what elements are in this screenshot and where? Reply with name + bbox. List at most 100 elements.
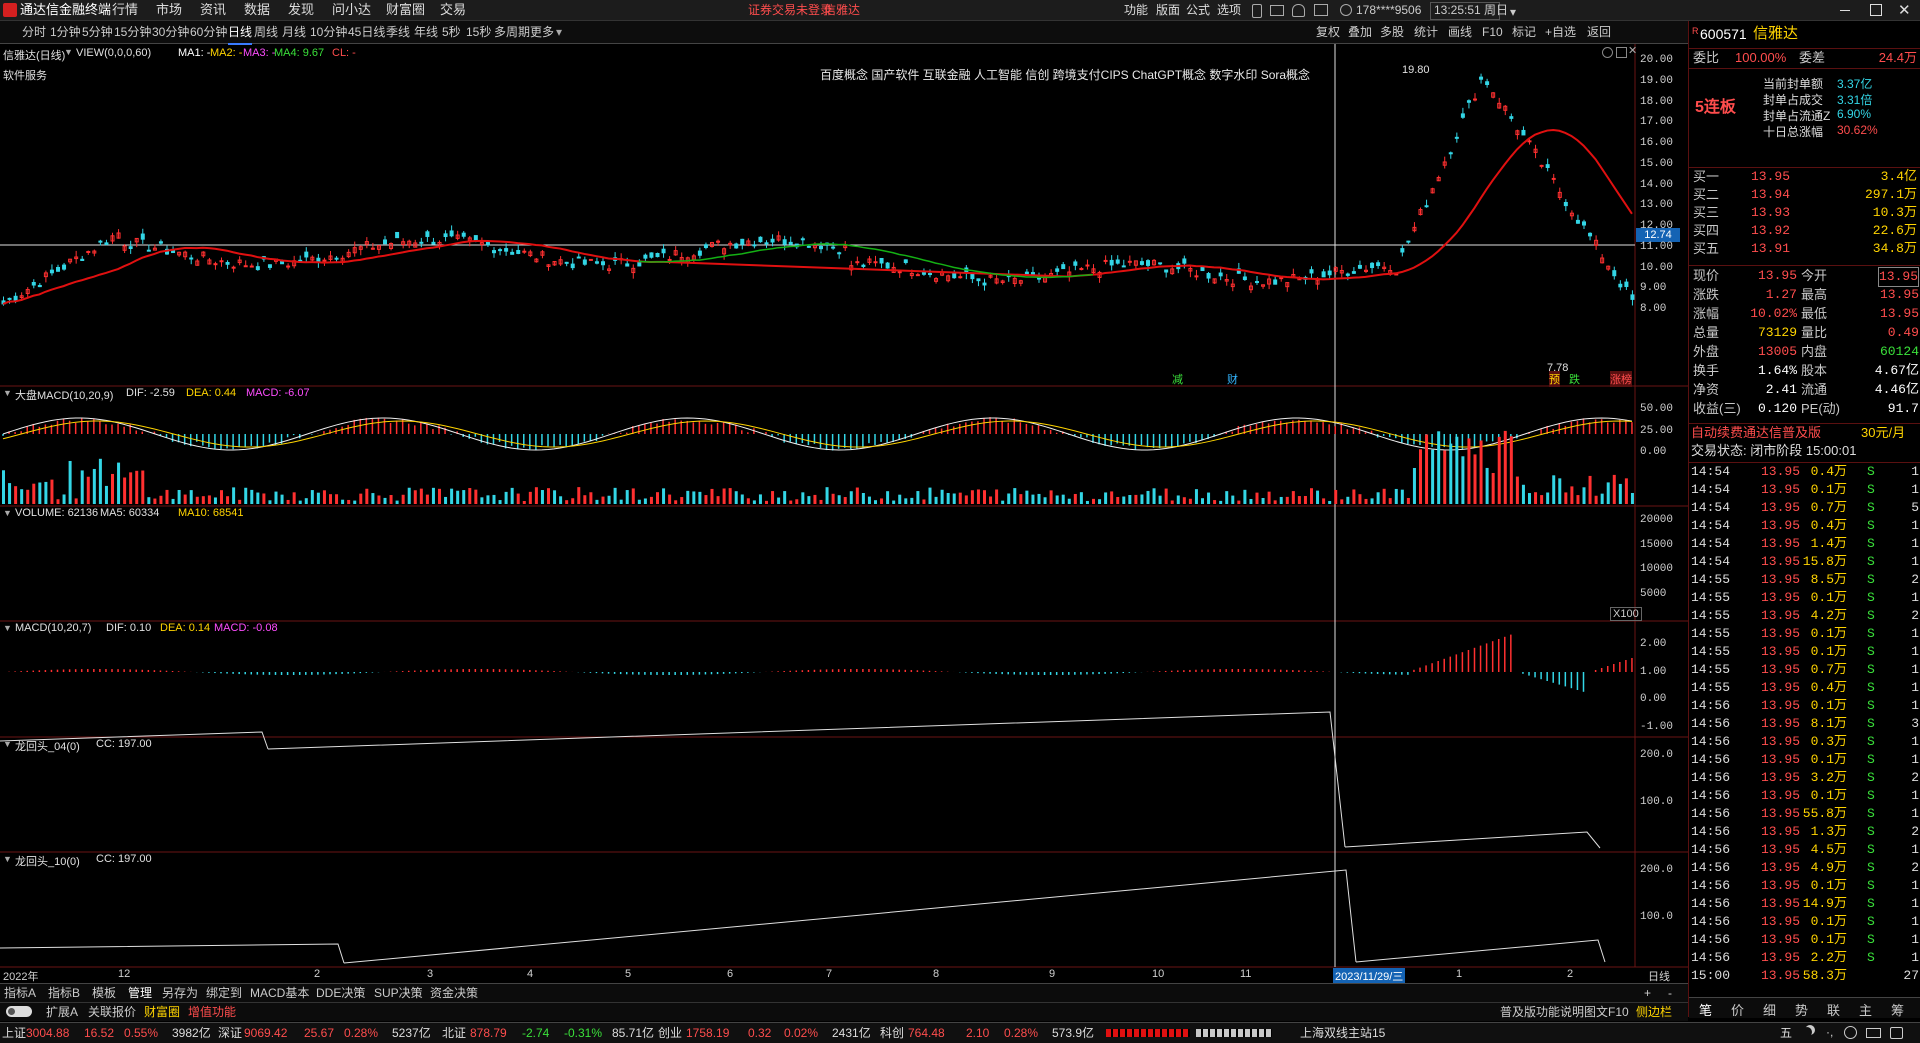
emoji-icon[interactable]: [1844, 1026, 1857, 1039]
toolbar-button[interactable]: 叠加: [1348, 21, 1372, 43]
rp-tab-detail[interactable]: 细: [1763, 1000, 1776, 1019]
sidebar-link[interactable]: 侧边栏: [1636, 1003, 1672, 1021]
rp-tab-price[interactable]: 价: [1731, 1000, 1744, 1019]
server-name[interactable]: 上海双线主站15: [1300, 1023, 1385, 1043]
close-icon[interactable]: ✕: [1898, 1, 1911, 19]
panel-settings-icon[interactable]: [1602, 47, 1613, 58]
period-tab[interactable]: 1分钟: [50, 21, 81, 43]
tab-macd-basic[interactable]: MACD基本: [250, 984, 309, 1002]
marker-drop[interactable]: 跌: [1569, 371, 1580, 387]
menu-formula[interactable]: 公式: [1186, 0, 1210, 20]
tick-row[interactable]: 14:55 13.95 0.1万 S 1: [1689, 643, 1920, 661]
dropdown-icon[interactable]: ▼: [64, 47, 73, 57]
rp-tab-link[interactable]: 联: [1827, 1000, 1840, 1019]
index-name-cy[interactable]: 创业: [658, 1023, 682, 1043]
menu-trade[interactable]: 交易: [440, 0, 466, 20]
period-tab[interactable]: 多周期: [494, 21, 530, 43]
tab-indicator-a[interactable]: 指标A: [4, 984, 36, 1002]
tab-dde[interactable]: DDE决策: [316, 984, 365, 1002]
tab-related-quotes[interactable]: 关联报价: [88, 1003, 136, 1021]
volume-name[interactable]: VOLUME: 62136: [15, 507, 98, 519]
period-tab[interactable]: 月线: [282, 21, 306, 43]
menu-function[interactable]: 功能: [1124, 0, 1148, 20]
tick-row[interactable]: 14:54 13.95 0.7万 S 5: [1689, 499, 1920, 517]
period-tab[interactable]: 更多: [530, 21, 554, 43]
indicator-toggle-icon[interactable]: ▼: [3, 508, 12, 518]
tick-row[interactable]: 14:55 13.95 0.1万 S 1: [1689, 625, 1920, 643]
toolbar-button[interactable]: 统计: [1414, 21, 1438, 43]
period-tab[interactable]: 15分钟: [114, 21, 151, 43]
promo-text[interactable]: 自动续费通达信普及版: [1691, 424, 1821, 442]
tab-bind-to[interactable]: 绑定到: [206, 984, 242, 1002]
user-icon[interactable]: [1340, 4, 1352, 16]
indicator-toggle-icon[interactable]: ▼: [3, 623, 12, 633]
toolbar-button[interactable]: 返回: [1587, 21, 1611, 43]
tick-row[interactable]: 14:56 13.95 14.9万 S 1: [1689, 895, 1920, 913]
rp-tab-main[interactable]: 主: [1859, 1000, 1872, 1019]
chart-title[interactable]: 信雅达(日线): [3, 47, 65, 63]
period-tab[interactable]: 年线: [414, 21, 438, 43]
ime-indicator[interactable]: 五: [1780, 1023, 1792, 1043]
stock-name[interactable]: 信雅达: [1753, 25, 1798, 43]
tick-list[interactable]: 14:54 13.95 0.4万 S 1 14:54 13.95 0.1万 S 1 14:54 13.…: [1689, 462, 1920, 983]
tick-row[interactable]: 14:54 13.95 0.4万 S 1: [1689, 463, 1920, 481]
tab-funds[interactable]: 资金决策: [430, 984, 478, 1002]
tick-row[interactable]: 14:56 13.95 3.2万 S 2: [1689, 769, 1920, 787]
tab-template[interactable]: 模板: [92, 984, 116, 1002]
minimize-icon[interactable]: [1840, 10, 1850, 11]
tick-row[interactable]: 14:55 13.95 0.1万 S 1: [1689, 589, 1920, 607]
headset-icon[interactable]: [1292, 4, 1305, 17]
macd2-name[interactable]: MACD(10,20,7): [15, 622, 91, 634]
menu-market-quotes[interactable]: 行情: [112, 0, 138, 20]
index-name-sh[interactable]: 上证: [2, 1023, 26, 1043]
rp-tab-chips[interactable]: 筹: [1891, 1000, 1904, 1019]
tick-row[interactable]: 14:56 13.95 0.1万 S 1: [1689, 751, 1920, 769]
period-tab[interactable]: 45日线: [348, 21, 385, 43]
window-menu-icon[interactable]: ▾: [1510, 5, 1516, 19]
macd1-name[interactable]: 大盘MACD(10,20,9): [15, 387, 113, 403]
marker-top-list[interactable]: 涨榜: [1610, 371, 1632, 387]
tick-row[interactable]: 14:56 13.95 1.3万 S 2: [1689, 823, 1920, 841]
zoom-in-button[interactable]: +: [1644, 984, 1651, 1002]
period-tab-active[interactable]: 日线: [228, 21, 253, 45]
bid-row[interactable]: 买二 13.94 297.1万: [1689, 186, 1920, 204]
period-tab[interactable]: 10分钟: [310, 21, 347, 43]
indicator-toggle-icon[interactable]: ▼: [3, 388, 12, 398]
tick-row[interactable]: 14:56 13.95 4.9万 S 2: [1689, 859, 1920, 877]
menu-data[interactable]: 数据: [244, 0, 270, 20]
mail-icon[interactable]: [1270, 5, 1284, 16]
help-link[interactable]: 普及版功能说明: [1500, 1003, 1584, 1021]
tick-row[interactable]: 14:56 13.95 55.8万 S 1: [1689, 805, 1920, 823]
index-name-bj[interactable]: 北证: [442, 1023, 466, 1043]
more-chevron-icon[interactable]: ▾: [556, 21, 562, 43]
menu-wealth[interactable]: 财富圈: [386, 0, 425, 20]
toolbar-button[interactable]: +自选: [1545, 21, 1576, 43]
screen-icon[interactable]: [1314, 4, 1328, 16]
tick-row[interactable]: 14:56 13.95 0.1万 S 1: [1689, 787, 1920, 805]
login-notice[interactable]: 证券交易未登录: [748, 0, 832, 20]
menu-news[interactable]: 资讯: [200, 0, 226, 20]
view-indicator[interactable]: VIEW(0,0,0,60): [76, 47, 151, 59]
tab-indicator-b[interactable]: 指标B: [48, 984, 80, 1002]
menu-market[interactable]: 市场: [156, 0, 182, 20]
period-tab[interactable]: 5秒: [442, 21, 461, 43]
tick-row[interactable]: 14:56 13.95 0.3万 S 1: [1689, 733, 1920, 751]
tick-row[interactable]: 14:56 13.95 0.1万 S 1: [1689, 877, 1920, 895]
tab-value-added[interactable]: 增值功能: [188, 1003, 236, 1021]
tick-row[interactable]: 14:55 13.95 0.4万 S 1: [1689, 679, 1920, 697]
tick-row[interactable]: 14:56 13.95 8.1万 S 3: [1689, 715, 1920, 733]
zoom-out-button[interactable]: -: [1668, 984, 1672, 1002]
promo-price[interactable]: 30元/月: [1861, 424, 1905, 442]
chart-canvas[interactable]: [0, 44, 1688, 996]
tick-row[interactable]: 14:56 13.95 0.1万 S 1: [1689, 931, 1920, 949]
toolbar-button[interactable]: F10: [1482, 21, 1503, 43]
tick-row[interactable]: 14:56 13.95 2.2万 S 1: [1689, 949, 1920, 967]
tick-row[interactable]: 14:54 13.95 15.8万 S 1: [1689, 553, 1920, 571]
indicator-toggle-icon[interactable]: ▼: [3, 739, 12, 749]
tab-sup[interactable]: SUP决策: [374, 984, 423, 1002]
stock-code[interactable]: 600571: [1700, 25, 1747, 43]
marker-reduce[interactable]: 减: [1172, 371, 1183, 387]
tick-row[interactable]: 14:54 13.95 0.1万 S 1: [1689, 481, 1920, 499]
tick-row[interactable]: 14:55 13.95 4.2万 S 2: [1689, 607, 1920, 625]
tab-manage[interactable]: 管理: [128, 984, 152, 1002]
